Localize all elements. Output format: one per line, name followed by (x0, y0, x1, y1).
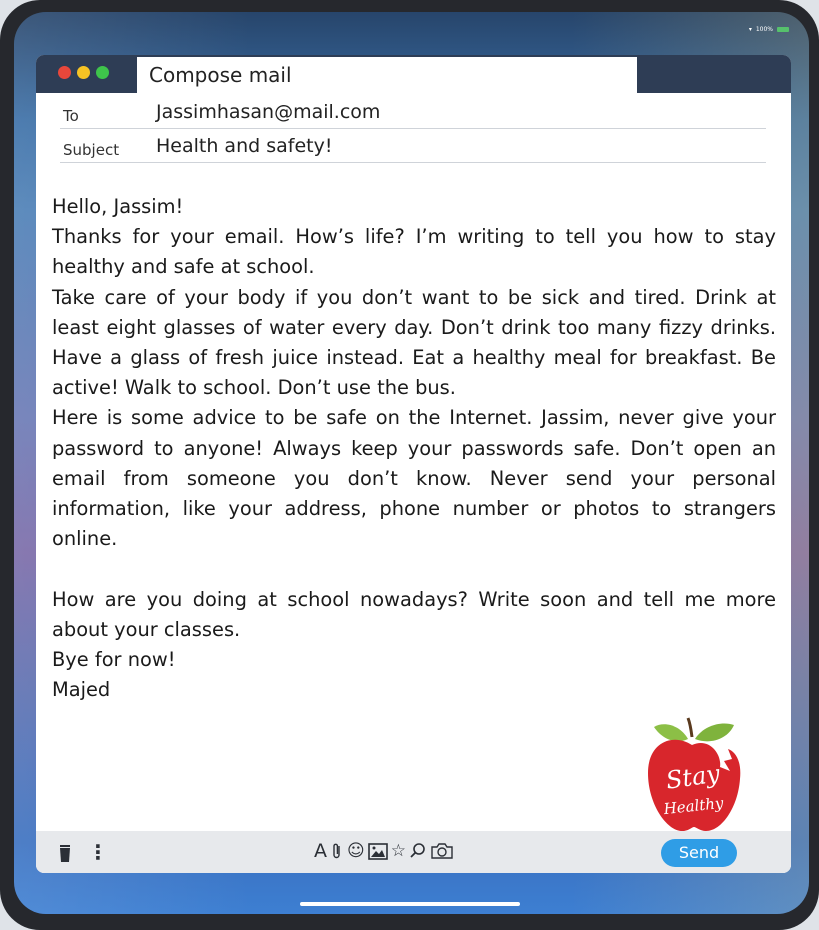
format-icons: A ☺ ☆ (314, 841, 454, 861)
subject-label: Subject (63, 141, 120, 159)
close-dot[interactable] (58, 66, 71, 79)
signature: Majed (52, 678, 111, 702)
camera-icon[interactable] (430, 842, 454, 860)
message-body[interactable]: Hello, Jassim! Thanks for your email. Ho… (52, 192, 776, 705)
to-field[interactable]: To Jassimhasan@mail.com (60, 95, 766, 129)
emoji-icon[interactable]: ☺ (347, 841, 365, 861)
stay-healthy-apple-icon: Stay Healthy (648, 717, 741, 832)
image-icon[interactable] (367, 842, 388, 860)
wifi-icon: ▾ (748, 26, 752, 33)
maximize-dot[interactable] (96, 66, 109, 79)
paragraph-intro: Thanks for your email. How’s life? I’m w… (52, 225, 776, 279)
subject-field[interactable]: Subject Health and safety! (60, 129, 766, 163)
paragraph-closing: How are you doing at school nowadays? Wr… (52, 587, 776, 641)
star-icon[interactable]: ☆ (391, 841, 406, 861)
battery-text: 100% (755, 26, 773, 33)
compose-window: Compose mail To Jassimhasan@mail.com Sub… (36, 55, 791, 873)
send-button[interactable]: Send (661, 839, 737, 867)
greeting: Hello, Jassim! (52, 195, 184, 218)
to-input[interactable]: Jassimhasan@mail.com (156, 101, 380, 123)
window-title: Compose mail (137, 57, 637, 93)
search-icon[interactable] (409, 842, 427, 860)
to-label: To (63, 107, 79, 125)
status-bar: ▾ 100% (749, 26, 789, 33)
title-bar: Compose mail (36, 55, 791, 93)
font-format-icon[interactable]: A (314, 841, 327, 861)
window-controls (58, 66, 109, 79)
subject-input[interactable]: Health and safety! (156, 135, 332, 157)
screen: ▾ 100% Compose mail To Jassimhasan@mail.… (14, 12, 809, 914)
battery-icon (777, 27, 789, 32)
compose-toolbar: ⋮ A ☺ ☆ Send (36, 831, 791, 873)
paragraph-internet: Here is some advice to be safe on the In… (52, 406, 776, 551)
minimize-dot[interactable] (77, 66, 90, 79)
more-options-icon[interactable]: ⋮ (88, 840, 108, 864)
attach-icon[interactable] (330, 842, 344, 860)
signoff: Bye for now! (52, 648, 176, 672)
home-indicator[interactable] (300, 902, 520, 906)
tablet-frame: ▾ 100% Compose mail To Jassimhasan@mail.… (0, 0, 819, 930)
paragraph-health: Take care of your body if you don’t want… (52, 285, 776, 400)
trash-icon[interactable] (59, 845, 71, 862)
